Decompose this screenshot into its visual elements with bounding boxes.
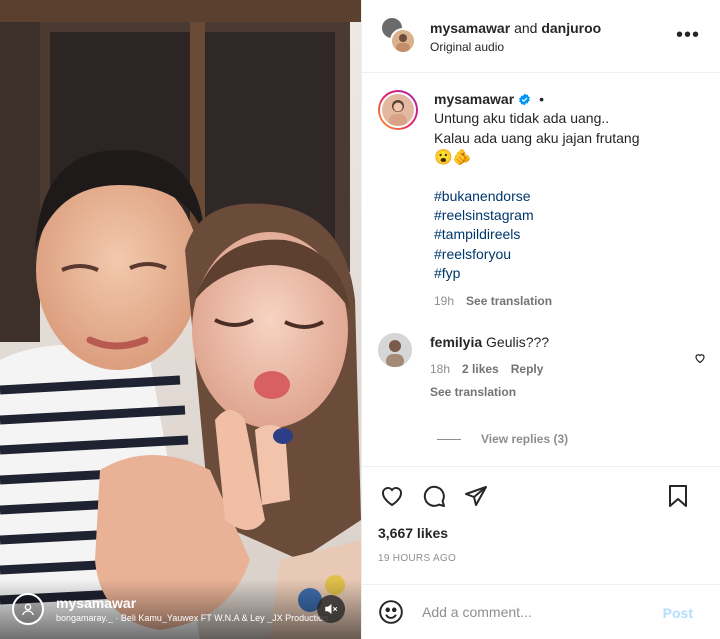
- like-button[interactable]: [378, 482, 406, 510]
- view-replies-button[interactable]: View replies (3): [437, 432, 720, 446]
- separator-dot: •: [539, 91, 544, 107]
- caption-avatar[interactable]: [378, 90, 418, 130]
- heart-icon: [695, 354, 705, 364]
- share-button[interactable]: [462, 482, 490, 510]
- avatar: [390, 28, 416, 54]
- comment-input[interactable]: [422, 604, 642, 620]
- comment-time[interactable]: 18h: [430, 360, 450, 379]
- avatar[interactable]: [378, 333, 412, 368]
- reel-video[interactable]: mysamawar bongamaray._ · Beli Kamu_Yauwe…: [0, 0, 361, 639]
- author-link[interactable]: mysamawar: [430, 20, 510, 36]
- like-comment-button[interactable]: [694, 351, 706, 367]
- likes-count[interactable]: 3,667 likes: [362, 525, 720, 541]
- caption-emojis: 😮🫵: [434, 149, 472, 167]
- comment-item: femilyia Geulis??? 18h 2 likes Reply See…: [362, 311, 720, 402]
- action-bar: [362, 467, 720, 525]
- view-replies-label: View replies (3): [481, 432, 569, 447]
- reply-button[interactable]: Reply: [511, 360, 544, 379]
- collab-avatars[interactable]: [378, 16, 418, 56]
- share-icon: [465, 486, 487, 506]
- comments-section[interactable]: mysamawar • Untung aku tidak ada uang.. …: [362, 74, 720, 466]
- post-header: mysamawar and danjuroo Original audio ••…: [362, 0, 720, 73]
- reel-audio-text[interactable]: bongamaray._ · Beli Kamu_Yauwex FT W.N.A…: [56, 613, 328, 623]
- caption-time[interactable]: 19h: [434, 292, 454, 311]
- hashtag-link[interactable]: #reelsinstagram: [434, 206, 640, 225]
- verified-badge-icon: [519, 93, 531, 106]
- hashtag-link[interactable]: #tampildireels: [434, 225, 640, 244]
- heart-icon: [382, 487, 402, 507]
- divider: [437, 438, 461, 440]
- speaker-muted-icon: [325, 603, 338, 615]
- author-joiner: and: [514, 19, 538, 36]
- comment-username[interactable]: femilyia: [430, 334, 482, 350]
- save-button[interactable]: [664, 482, 692, 510]
- video-frame: [0, 0, 361, 639]
- more-options-button[interactable]: •••: [676, 25, 700, 45]
- hashtag-link[interactable]: #fyp: [434, 264, 640, 283]
- post-caption: mysamawar • Untung aku tidak ada uang.. …: [362, 74, 720, 311]
- comment-likes[interactable]: 2 likes: [462, 360, 499, 379]
- emoji-button[interactable]: [378, 599, 404, 625]
- comment-icon: [423, 485, 445, 507]
- caption-line: Kalau ada uang aku jajan frutang: [434, 129, 640, 146]
- hashtag-link[interactable]: #bukanendorse: [434, 187, 640, 206]
- caption-username[interactable]: mysamawar: [434, 90, 531, 109]
- comment-text: Geulis???: [486, 334, 550, 351]
- bookmark-icon: [669, 485, 687, 507]
- emoji-icon: [379, 600, 403, 624]
- post-comment-button[interactable]: Post: [663, 605, 693, 621]
- add-comment-bar: Post: [362, 584, 720, 639]
- reel-author: mysamawar bongamaray._ · Beli Kamu_Yauwe…: [12, 593, 328, 625]
- post-actions-section: 3,667 likes 19 HOURS AGO: [362, 466, 720, 564]
- see-translation-button[interactable]: See translation: [430, 383, 549, 402]
- hashtag-link[interactable]: #reelsforyou: [434, 245, 640, 264]
- post-side-panel: mysamawar and danjuroo Original audio ••…: [361, 0, 720, 639]
- user-tag-icon[interactable]: [12, 593, 44, 625]
- caption-line: Untung aku tidak ada uang..: [434, 110, 610, 127]
- mute-button[interactable]: [317, 595, 345, 623]
- coauthor-link[interactable]: danjuroo: [541, 20, 601, 36]
- more-horizontal-icon: •••: [675, 24, 700, 46]
- post-timestamp[interactable]: 19 HOURS AGO: [362, 553, 720, 564]
- comment-button[interactable]: [420, 482, 448, 510]
- audio-label[interactable]: Original audio: [430, 40, 601, 54]
- post-authors: mysamawar and danjuroo: [430, 19, 601, 37]
- see-translation-button[interactable]: See translation: [466, 292, 552, 311]
- hashtag-list: #bukanendorse #reelsinstagram #tampildir…: [434, 187, 640, 284]
- reel-username[interactable]: mysamawar: [56, 595, 328, 611]
